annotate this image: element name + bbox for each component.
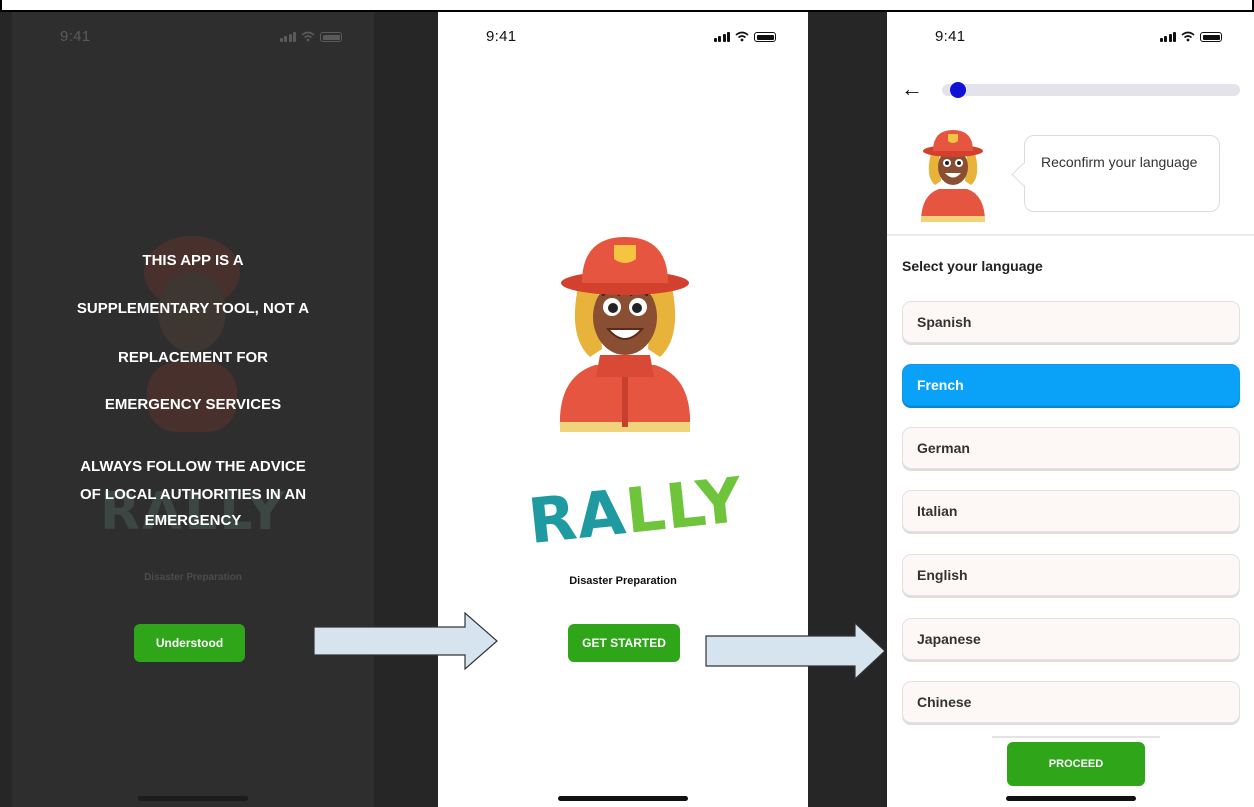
disclaimer-line: THIS APP IS A — [142, 252, 244, 269]
battery-icon — [1200, 32, 1222, 42]
rally-logo-text: RALLY — [524, 462, 747, 559]
tagline-faded: Disaster Preparation — [144, 572, 242, 583]
frame-border-left — [0, 0, 425, 12]
signal-icon — [279, 31, 296, 42]
speech-bubble: Reconfirm your language — [1024, 135, 1220, 212]
status-bar: 9:41 — [887, 28, 1254, 52]
battery-icon — [754, 32, 776, 42]
wifi-icon — [301, 31, 315, 42]
proceed-button[interactable]: PROCEED — [1007, 742, 1145, 786]
language-option-spanish[interactable]: Spanish — [902, 301, 1240, 343]
wifi-icon — [1181, 31, 1195, 42]
understood-button[interactable]: Understood — [134, 624, 245, 662]
rally-logo: RALLY — [525, 463, 746, 558]
language-option-chinese[interactable]: Chinese — [902, 681, 1240, 723]
status-icons — [713, 31, 776, 42]
firefighter-avatar — [559, 237, 691, 432]
disclaimer-screen: 9:41 RALLY Disaster Preparation THIS APP… — [12, 12, 374, 807]
wifi-icon — [735, 31, 749, 42]
home-indicator — [558, 796, 688, 801]
tagline: Disaster Preparation — [569, 575, 677, 587]
home-indicator — [138, 796, 248, 801]
status-bar: 9:41 — [12, 28, 374, 52]
divider — [887, 234, 1254, 236]
disclaimer-line: EMERGENCY — [144, 512, 242, 529]
home-indicator — [1005, 796, 1136, 801]
status-time: 9:41 — [935, 28, 966, 45]
disclaimer-line: OF LOCAL AUTHORITIES IN AN — [79, 486, 307, 503]
status-time: 9:41 — [60, 28, 91, 45]
status-bar: 9:41 — [438, 28, 808, 52]
disclaimer-line: REPLACEMENT FOR — [118, 349, 268, 366]
background-gap — [374, 12, 438, 807]
language-option-french[interactable]: French — [902, 364, 1240, 406]
disclaimer-line: SUPPLEMENTARY TOOL, NOT A — [76, 300, 310, 317]
get-started-button[interactable]: GET STARTED — [568, 624, 680, 662]
frame-border-right — [423, 0, 1254, 12]
status-icons — [1159, 31, 1222, 42]
background-gap — [808, 12, 887, 807]
background-gap — [0, 12, 12, 807]
language-option-german[interactable]: German — [902, 427, 1240, 469]
status-time: 9:41 — [486, 28, 517, 45]
language-option-italian[interactable]: Italian — [902, 490, 1240, 532]
flow-arrow-icon — [705, 622, 886, 680]
battery-icon — [320, 32, 342, 42]
disclaimer-line: EMERGENCY SERVICES — [104, 396, 282, 413]
progress-bar — [942, 84, 1240, 96]
flow-arrow-icon — [313, 612, 498, 670]
firefighter-avatar-small — [921, 130, 985, 222]
status-icons — [279, 31, 342, 42]
section-title: Select your language — [902, 258, 1043, 274]
language-option-english[interactable]: English — [902, 554, 1240, 596]
footer-divider — [992, 736, 1160, 738]
language-screen: 9:41 ← Reconfirm your language Select yo… — [887, 12, 1254, 807]
signal-icon — [1159, 31, 1176, 42]
language-option-japanese[interactable]: Japanese — [902, 618, 1240, 660]
back-arrow-icon[interactable]: ← — [901, 76, 923, 102]
welcome-screen: 9:41 RALLY Disaster Preparation GET STAR… — [438, 12, 808, 807]
signal-icon — [713, 31, 730, 42]
disclaimer-line: ALWAYS FOLLOW THE ADVICE — [80, 458, 306, 475]
